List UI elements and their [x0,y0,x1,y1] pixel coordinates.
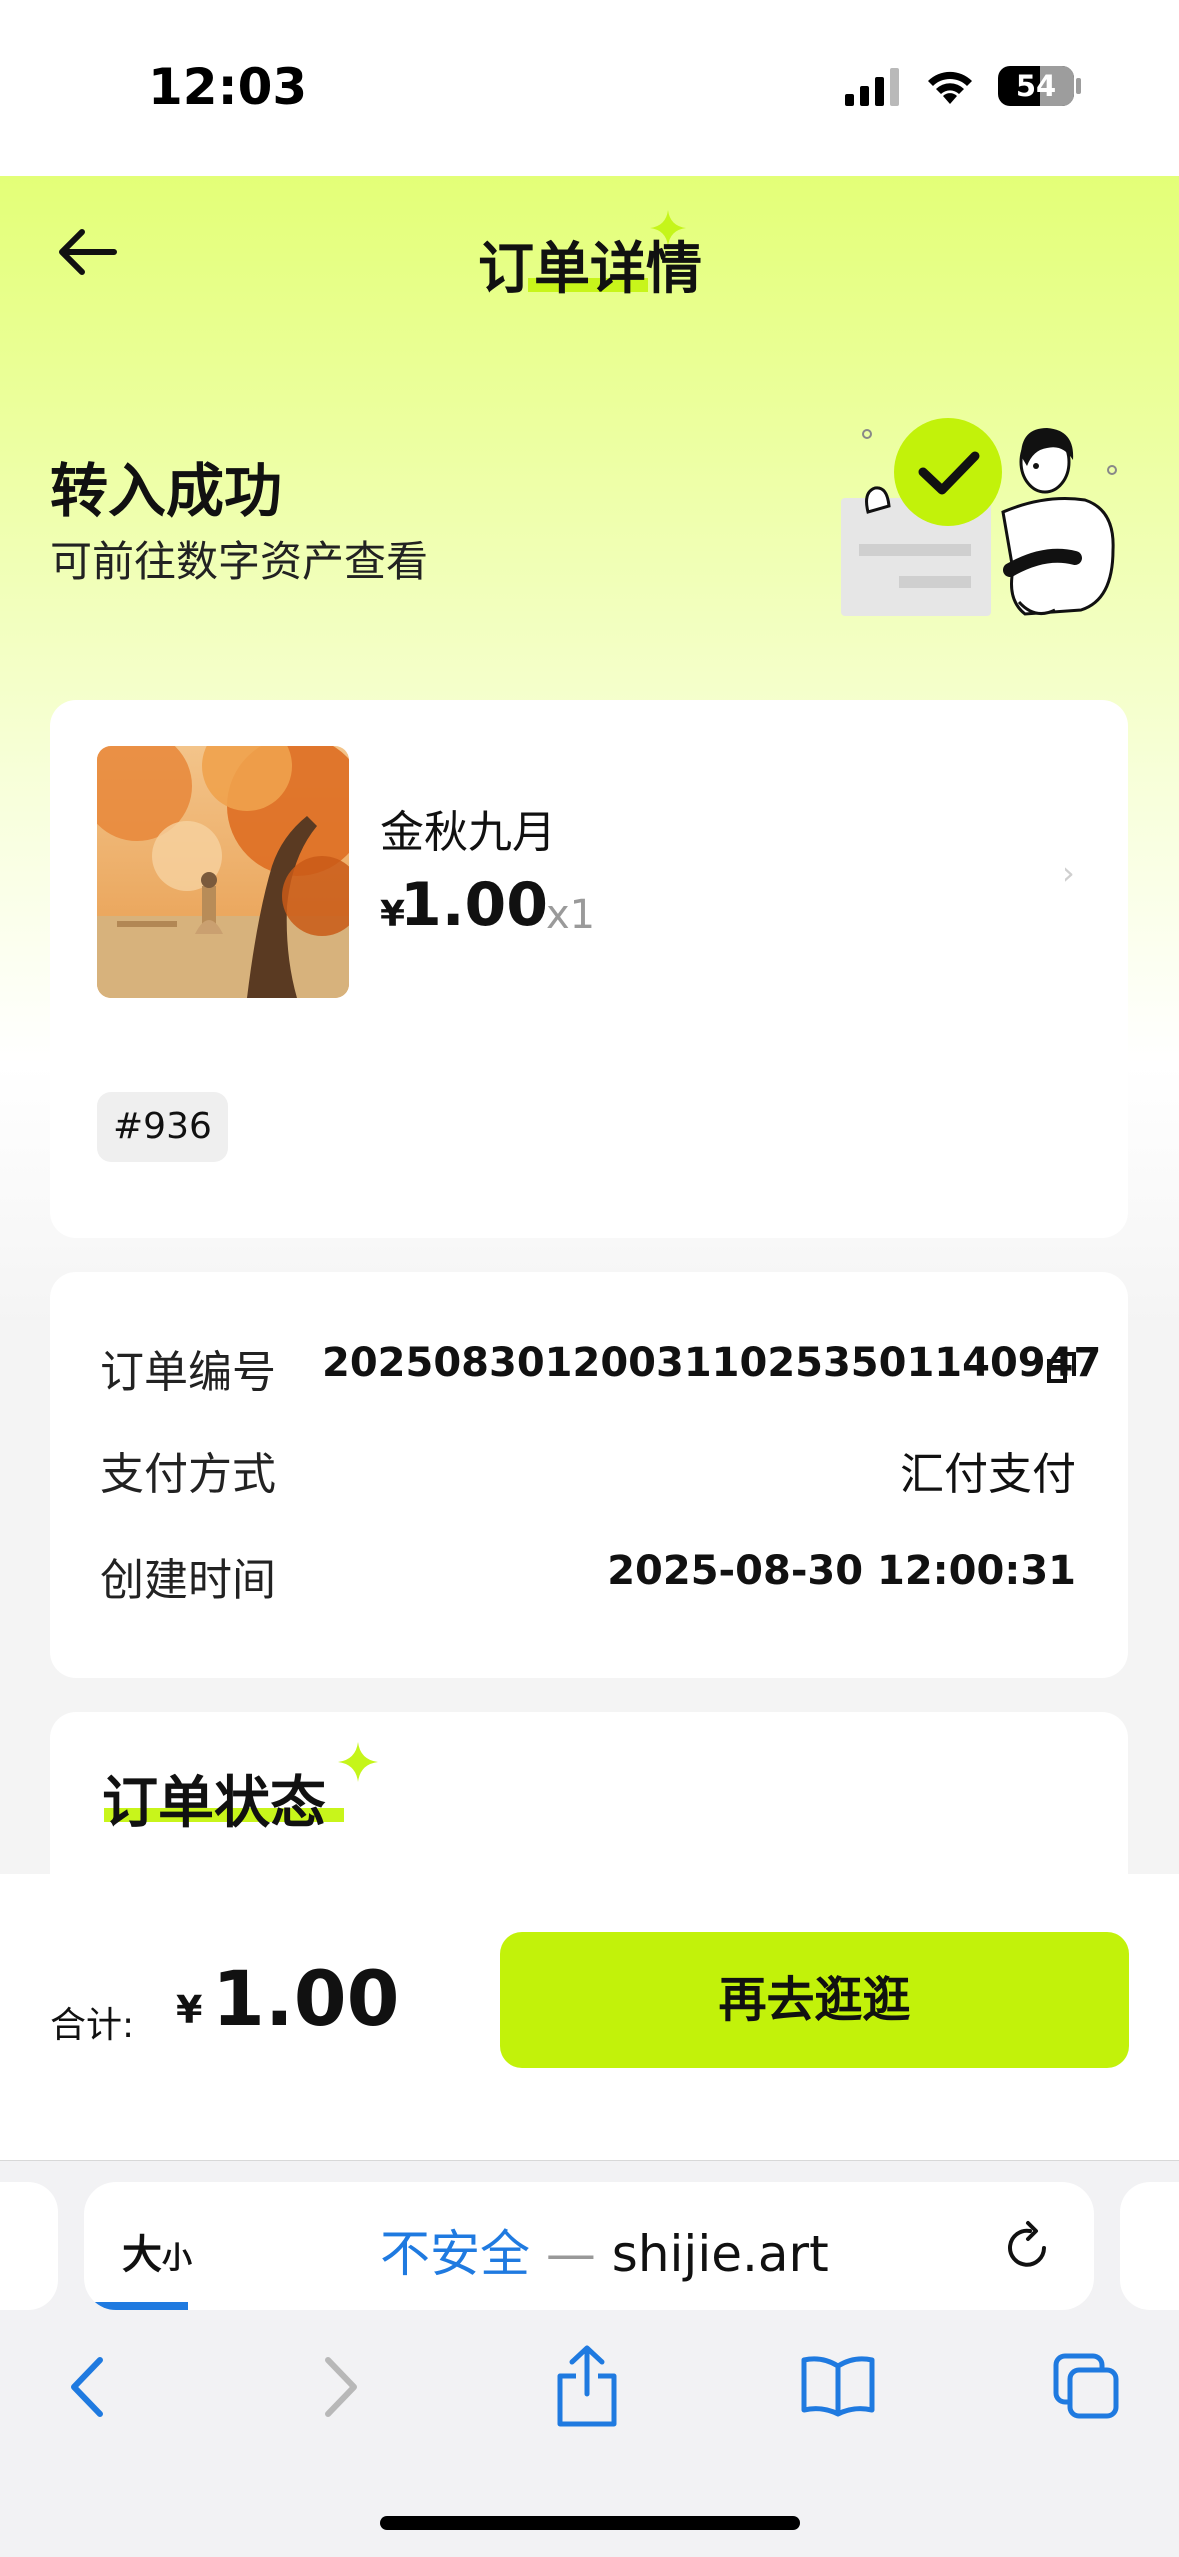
total-amount: 1.00 [212,1954,400,2043]
battery-icon: 54 [998,66,1074,106]
product-name: 金秋九月 [380,807,556,858]
copy-icon[interactable] [1046,1350,1078,1390]
reload-icon[interactable] [1000,2220,1054,2278]
page-load-progress [84,2302,188,2310]
created-time-value: 2025-08-30 12:00:31 [607,1548,1076,1594]
home-indicator [380,2516,800,2530]
url-display[interactable]: 不安全 — shijie.art [380,2214,829,2286]
text-size-button[interactable]: 大小 [122,2222,192,2280]
success-illustration [835,410,1135,644]
tabs-icon[interactable] [1052,2352,1122,2426]
back-icon[interactable] [64,2354,110,2424]
insecure-label: 不安全 [380,2225,530,2283]
bookmarks-icon[interactable] [800,2354,876,2422]
page-title: 订单详情 [478,237,702,302]
total-currency: ¥ [176,1988,203,2032]
battery-level: 54 [1015,69,1057,103]
signal-icon [845,68,903,110]
success-title: 转入成功 [50,457,283,525]
domain-text: shijie.art [611,2225,829,2283]
previous-tab-preview[interactable] [0,2182,58,2310]
continue-shopping-button[interactable]: 再去逛逛 [500,1932,1129,2068]
share-icon[interactable] [554,2344,620,2432]
back-arrow-icon[interactable] [52,222,120,286]
order-number-value: 20250830120031102535011409​47 [322,1340,1102,1386]
payment-method-value: 汇付支付 [900,1449,1076,1500]
sparkle-icon [338,1742,378,1786]
success-subtitle: 可前往数字资产查看 [50,537,429,586]
product-price: 1.00 [400,870,549,940]
battery-cap [1076,78,1081,94]
status-time: 12:03 [148,58,308,116]
forward-icon[interactable] [318,2354,364,2424]
chevron-right-icon[interactable]: › [1062,854,1075,892]
created-time-label: 创建时间 [100,1555,276,1606]
wifi-icon [924,66,976,110]
order-status-title: 订单状态 [102,1771,326,1836]
total-label: 合计: [50,2005,135,2046]
payment-method-label: 支付方式 [100,1449,276,1500]
edition-tag: #936 [97,1092,228,1162]
product-thumbnail [97,746,349,998]
product-quantity: x1 [546,892,596,938]
next-tab-preview[interactable] [1120,2182,1179,2310]
order-number-label: 订单编号 [100,1347,276,1398]
